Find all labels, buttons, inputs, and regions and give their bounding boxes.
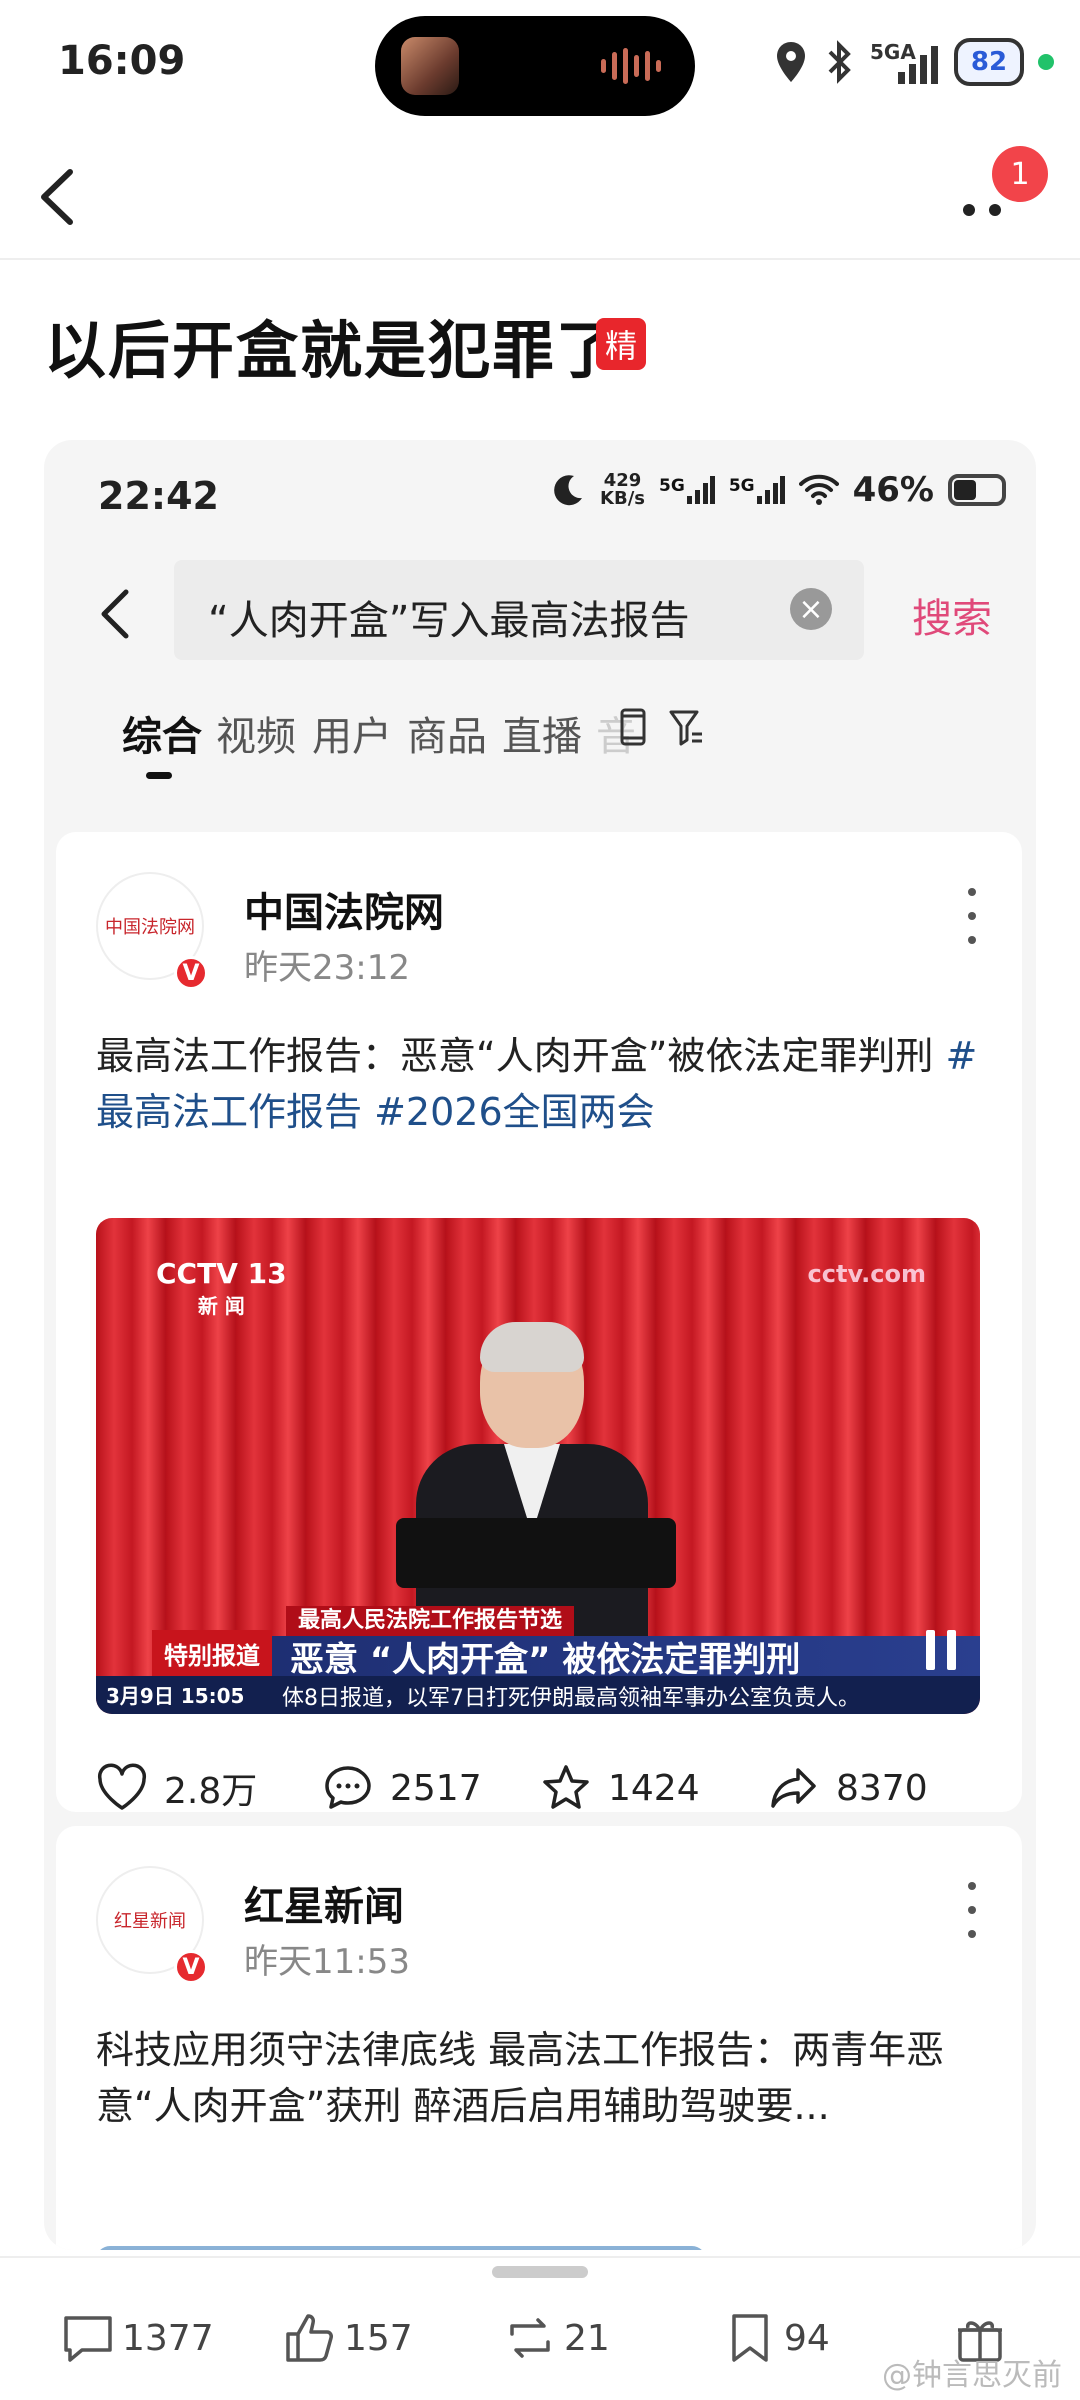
active-tab-indicator xyxy=(146,772,172,779)
post-time: 昨天23:12 xyxy=(244,948,410,988)
tablet-icon[interactable] xyxy=(618,706,648,748)
comment-button[interactable]: 2517 xyxy=(322,1762,482,1814)
back-icon[interactable] xyxy=(30,162,90,232)
filter-icon[interactable] xyxy=(668,708,704,748)
bottom-repost-button[interactable]: 21 xyxy=(502,2310,610,2366)
watermark: @钟言思灭前 xyxy=(882,2358,1062,2393)
tab-video[interactable]: 视频 xyxy=(216,704,296,762)
post-time: 昨天11:53 xyxy=(244,1942,410,1982)
site-watermark: cctv.com xyxy=(807,1260,926,1288)
bookmark-icon xyxy=(732,2314,768,2362)
search-back-icon[interactable] xyxy=(94,584,138,644)
search-query: “人肉开盒”写入最高法报告 xyxy=(208,598,690,644)
post-text[interactable]: 科技应用须守法律底线 最高法工作报告：两青年恶意“人肉开盒”获刑 醉酒后启用辅助… xyxy=(96,2022,986,2134)
bluetooth-icon xyxy=(828,40,851,84)
inner-status-time: 22:42 xyxy=(98,474,219,518)
embedded-screenshot: 22:42 429 KB/s 5G 5G 46% “人肉开盒”写入最高法报告 × … xyxy=(44,440,1036,2250)
like-button[interactable]: 2.8万 xyxy=(96,1762,257,1814)
result-card[interactable]: 红星新闻 V 红星新闻 昨天11:53 科技应用须守法律底线 最高法工作报告：两… xyxy=(56,1826,1022,2250)
battery-indicator: 82 xyxy=(954,38,1024,86)
post-image[interactable] xyxy=(96,2246,706,2250)
privacy-dot xyxy=(1038,54,1054,70)
network-speed: 429 KB/s xyxy=(600,470,646,509)
bottom-like-button[interactable]: 157 xyxy=(282,2310,413,2366)
tab-live[interactable]: 直播 xyxy=(502,704,582,762)
search-tabs: 综合 视频 用户 商品 直播 音 xyxy=(44,690,1036,780)
tab-users[interactable]: 用户 xyxy=(312,704,392,762)
star-icon xyxy=(543,1765,589,1809)
sim1-signal-icon: 5G xyxy=(659,476,715,504)
status-bar: 16:09 5GA 82 xyxy=(0,0,1080,130)
podium xyxy=(396,1518,676,1588)
more-options-icon[interactable] xyxy=(966,1882,978,1938)
inner-status-icons: 429 KB/s 5G 5G 46% xyxy=(550,470,1006,510)
special-report-label: 特别报道 xyxy=(152,1630,272,1676)
tab-products[interactable]: 商品 xyxy=(407,704,487,762)
favorite-button[interactable]: 1424 xyxy=(540,1762,700,1814)
more-options-icon[interactable] xyxy=(966,888,978,944)
moon-icon xyxy=(554,475,583,506)
cellular-signal-icon: 5GA xyxy=(870,40,940,84)
repost-icon xyxy=(510,2318,550,2358)
action-bar: 2.8万 2517 1424 8370 xyxy=(96,1762,986,1812)
thumbs-up-icon xyxy=(286,2314,333,2362)
comment-bubble-icon xyxy=(64,2316,112,2362)
avatar xyxy=(401,37,459,95)
verified-badge-icon: V xyxy=(174,956,208,990)
status-time: 16:09 xyxy=(58,38,186,84)
inner-battery-percent: 46% xyxy=(852,470,934,510)
comment-icon xyxy=(325,1766,371,1809)
search-bar: “人肉开盒”写入最高法报告 × 搜索 xyxy=(44,558,1036,668)
share-button[interactable]: 8370 xyxy=(768,1762,928,1814)
bottom-comment-button[interactable]: 1377 xyxy=(60,2310,214,2366)
audio-wave-icon xyxy=(601,48,661,84)
result-card[interactable]: 中国法院网 V 中国法院网 昨天23:12 最高法工作报告：恶意“人肉开盒”被依… xyxy=(56,832,1022,1812)
verified-badge-icon: V xyxy=(174,1950,208,1984)
dynamic-island[interactable] xyxy=(375,16,695,116)
post-text[interactable]: 最高法工作报告：恶意“人肉开盒”被依法定罪判刑 #最高法工作报告 #2026全国… xyxy=(96,1028,986,1140)
news-ticker: 体8日报道，以军7日打死伊朗最高领袖军事办公室负责人。 xyxy=(282,1686,860,1711)
drag-handle[interactable] xyxy=(492,2266,588,2278)
status-icons: 5GA 82 xyxy=(774,36,1054,88)
author-name[interactable]: 红星新闻 xyxy=(244,1874,404,1932)
bottom-favorite-button[interactable]: 94 xyxy=(722,2310,830,2366)
inner-status-bar: 22:42 429 KB/s 5G 5G 46% xyxy=(44,440,1036,550)
featured-badge: 精 xyxy=(596,318,646,370)
caption-main: 恶意 “人肉开盒” 被依法定罪判刑 xyxy=(290,1640,801,1680)
pause-icon[interactable] xyxy=(926,1630,956,1670)
clear-icon[interactable]: × xyxy=(790,588,832,630)
inner-battery-icon xyxy=(948,474,1006,506)
video-thumbnail[interactable]: CCTV 13 新 闻 cctv.com 最高人民法院工作报告节选 特别报道 恶意… xyxy=(96,1218,980,1714)
tab-all[interactable]: 综合 xyxy=(122,704,202,762)
top-navigation xyxy=(0,130,1080,260)
heart-icon xyxy=(97,1763,147,1810)
post-title: 以后开盒就是犯罪了 xyxy=(44,314,621,387)
search-button[interactable]: 搜索 xyxy=(912,586,992,644)
author-name[interactable]: 中国法院网 xyxy=(244,880,444,938)
channel-logo: CCTV 13 新 闻 xyxy=(156,1257,287,1319)
search-input[interactable]: “人肉开盒”写入最高法报告 × xyxy=(174,560,864,660)
broadcast-date: 3月9日 15:05 xyxy=(106,1684,245,1708)
share-icon xyxy=(771,1768,816,1808)
location-icon xyxy=(777,42,805,82)
wifi-icon xyxy=(798,474,839,505)
notification-badge[interactable]: 1 xyxy=(992,146,1048,202)
sim2-signal-icon: 5G xyxy=(729,476,785,504)
